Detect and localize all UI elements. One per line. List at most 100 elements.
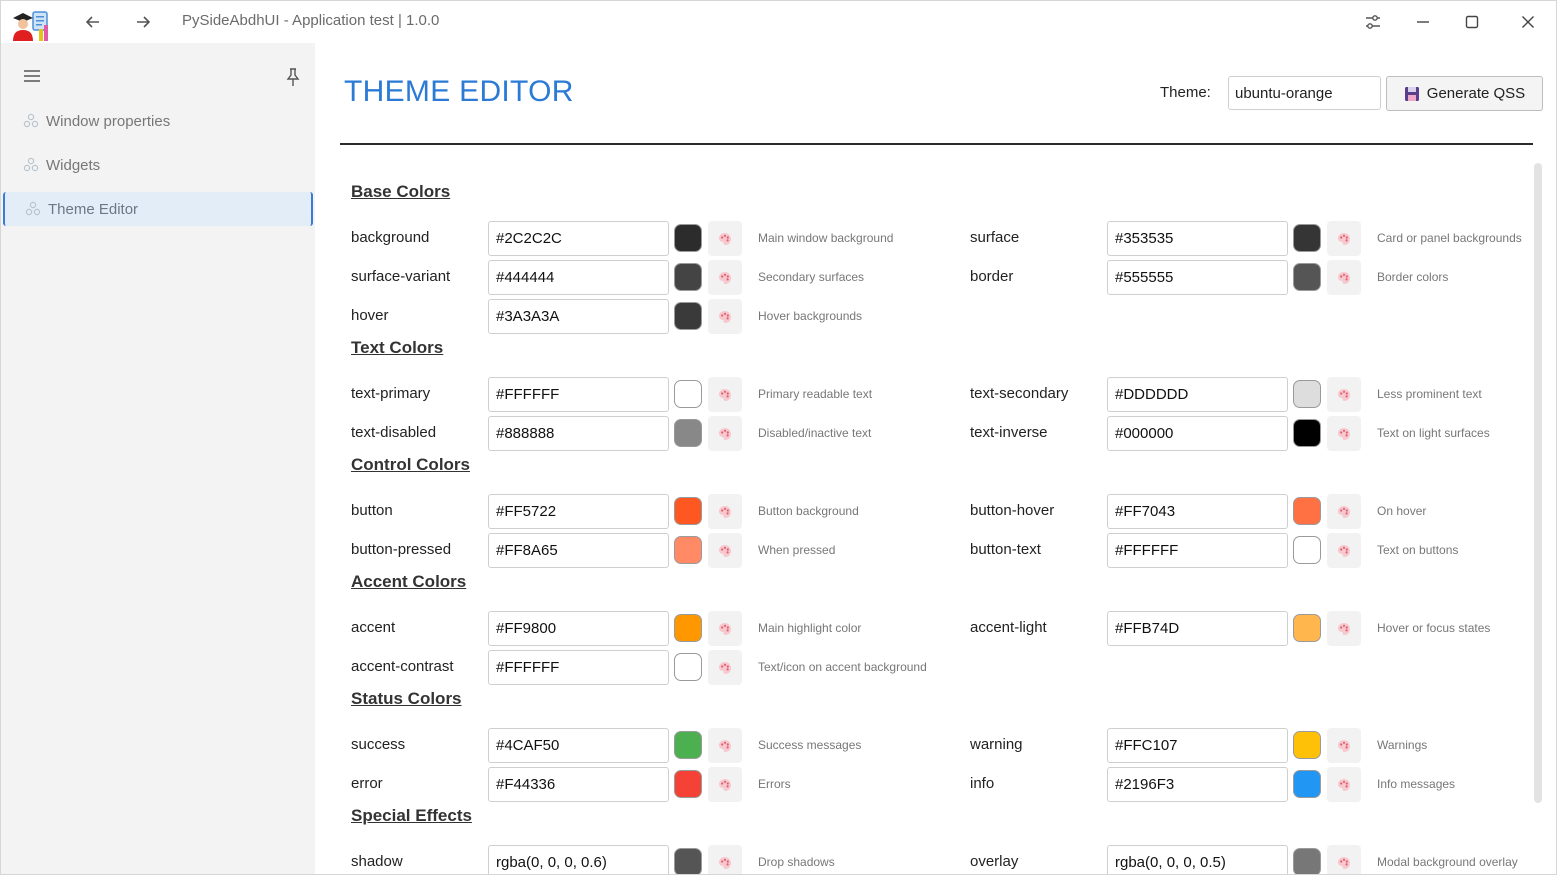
color-swatch[interactable] [674, 770, 702, 798]
color-swatch[interactable] [674, 224, 702, 252]
color-swatch[interactable] [1293, 536, 1321, 564]
minimize-button[interactable] [1403, 9, 1443, 35]
color-hex-input[interactable] [1107, 728, 1288, 763]
color-picker-button[interactable] [1327, 845, 1361, 874]
close-button[interactable] [1508, 9, 1548, 35]
sidebar-item-window-properties[interactable]: Window properties [3, 104, 313, 138]
color-hex-input[interactable] [1107, 416, 1288, 451]
title-bar: PySideAbdhUI - Application test | 1.0.0 [1, 1, 1556, 43]
color-swatch[interactable] [1293, 224, 1321, 252]
color-picker-button[interactable] [1327, 728, 1361, 763]
color-picker-button[interactable] [1327, 416, 1361, 451]
color-picker-button[interactable] [708, 650, 742, 685]
sidebar-item-widgets[interactable]: Widgets [3, 148, 313, 182]
color-picker-button[interactable] [708, 416, 742, 451]
settings-button[interactable] [1353, 9, 1393, 35]
color-hex-input[interactable] [488, 650, 669, 685]
color-hex-input[interactable] [1107, 611, 1288, 646]
palette-icon [717, 231, 733, 247]
color-hex-input[interactable] [1107, 767, 1288, 802]
color-picker-button[interactable] [1327, 533, 1361, 568]
color-row: button Button background [351, 494, 911, 529]
generate-qss-button[interactable]: Generate QSS [1386, 76, 1543, 111]
sidebar-item-theme-editor[interactable]: Theme Editor [3, 192, 313, 226]
color-hex-input[interactable] [488, 299, 669, 334]
color-hex-input[interactable] [488, 221, 669, 256]
color-picker-button[interactable] [708, 494, 742, 529]
maximize-button[interactable] [1452, 9, 1492, 35]
theme-name-input[interactable] [1228, 76, 1381, 110]
color-picker-button[interactable] [1327, 494, 1361, 529]
color-picker-button[interactable] [708, 377, 742, 412]
color-picker-button[interactable] [708, 611, 742, 646]
color-swatch[interactable] [674, 614, 702, 642]
color-hex-input[interactable] [488, 611, 669, 646]
color-swatch[interactable] [674, 848, 702, 874]
color-picker-button[interactable] [708, 767, 742, 802]
scrollbar-thumb[interactable] [1534, 163, 1542, 803]
color-picker-button[interactable] [708, 260, 742, 295]
color-picker-button[interactable] [708, 221, 742, 256]
color-hex-input[interactable] [488, 260, 669, 295]
color-swatch[interactable] [1293, 770, 1321, 798]
color-name-label: border [970, 268, 1014, 285]
color-hex-input[interactable] [1107, 221, 1288, 256]
palette-icon [1336, 543, 1352, 559]
color-hex-input[interactable] [488, 728, 669, 763]
sidebar-item-label: Theme Editor [48, 200, 139, 218]
color-picker-button[interactable] [708, 845, 742, 874]
menu-toggle-button[interactable] [19, 65, 45, 87]
color-picker-button[interactable] [1327, 377, 1361, 412]
forward-button[interactable] [129, 9, 157, 35]
color-swatch[interactable] [674, 302, 702, 330]
palette-icon [1336, 855, 1352, 871]
color-swatch[interactable] [1293, 497, 1321, 525]
color-hex-input[interactable] [1107, 260, 1288, 295]
color-hex-input[interactable] [1107, 377, 1288, 412]
color-swatch[interactable] [1293, 419, 1321, 447]
color-swatch[interactable] [674, 653, 702, 681]
color-hex-input[interactable] [488, 533, 669, 568]
color-hex-input[interactable] [1107, 533, 1288, 568]
color-name-label: text-disabled [351, 424, 437, 441]
color-picker-button[interactable] [1327, 221, 1361, 256]
save-icon [1404, 86, 1420, 102]
color-picker-button[interactable] [708, 728, 742, 763]
color-swatch[interactable] [674, 263, 702, 291]
color-hex-input[interactable] [488, 416, 669, 451]
color-hex-input[interactable] [1107, 845, 1288, 874]
color-picker-button[interactable] [1327, 611, 1361, 646]
palette-icon [717, 387, 733, 403]
color-hex-input[interactable] [488, 377, 669, 412]
color-swatch[interactable] [674, 419, 702, 447]
color-hex-input[interactable] [1107, 494, 1288, 529]
color-picker-button[interactable] [708, 533, 742, 568]
color-hex-input[interactable] [488, 494, 669, 529]
color-swatch[interactable] [674, 536, 702, 564]
color-description: Modal background overlay [1377, 855, 1518, 869]
color-picker-button[interactable] [708, 299, 742, 334]
color-swatch[interactable] [674, 380, 702, 408]
color-swatch[interactable] [674, 497, 702, 525]
color-description: Text on buttons [1377, 543, 1459, 557]
pin-icon [286, 68, 300, 86]
color-name-label: surface-variant [351, 268, 451, 285]
color-swatch[interactable] [1293, 614, 1321, 642]
vertical-scrollbar[interactable] [1534, 163, 1542, 803]
color-swatch[interactable] [1293, 731, 1321, 759]
color-row: text-primary Primary readable text [351, 377, 911, 412]
pin-button[interactable] [281, 65, 305, 89]
palette-icon [717, 426, 733, 442]
color-swatch[interactable] [1293, 848, 1321, 874]
color-hex-input[interactable] [488, 767, 669, 802]
color-row: shadow Drop shadows [351, 845, 911, 874]
color-picker-button[interactable] [1327, 260, 1361, 295]
color-hex-input[interactable] [488, 845, 669, 874]
palette-icon [717, 738, 733, 754]
color-swatch[interactable] [674, 731, 702, 759]
color-swatch[interactable] [1293, 380, 1321, 408]
color-row: border Border colors [970, 260, 1530, 295]
color-swatch[interactable] [1293, 263, 1321, 291]
color-picker-button[interactable] [1327, 767, 1361, 802]
back-button[interactable] [79, 9, 107, 35]
